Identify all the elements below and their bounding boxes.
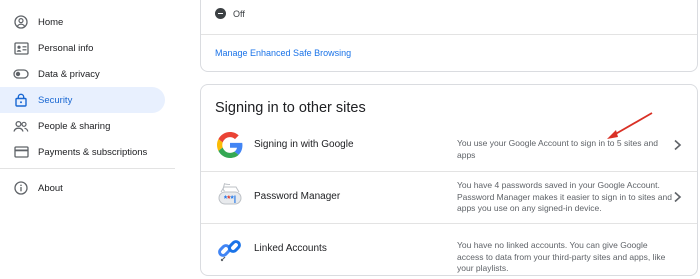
sidebar-divider (0, 168, 175, 169)
sidebar-nav: Home Personal info Data & privacy Securi… (0, 0, 175, 279)
password-manager-row[interactable]: ***| Password Manager You have 4 passwor… (201, 171, 697, 223)
off-status-icon (215, 8, 226, 19)
info-icon (13, 180, 29, 196)
section-title: Signing in to other sites (215, 100, 366, 116)
id-card-icon (13, 40, 29, 56)
row-description: You have no linked accounts. You can giv… (457, 240, 666, 273)
signin-with-google-row[interactable]: Signing in with Google You use your Goog… (201, 119, 697, 171)
sidebar-item-payments[interactable]: Payments & subscriptions (0, 139, 165, 165)
people-icon (13, 118, 29, 134)
sidebar-item-home[interactable]: Home (0, 9, 165, 35)
sidebar-item-people-sharing[interactable]: People & sharing (0, 113, 165, 139)
lock-icon (13, 92, 29, 108)
sidebar-item-label: About (38, 182, 63, 194)
row-description: You have 4 passwords saved in your Googl… (457, 180, 672, 213)
chevron-right-icon (674, 139, 682, 151)
linked-accounts-icon (215, 234, 245, 264)
divider (201, 34, 697, 35)
safe-browsing-card: Off Manage Enhanced Safe Browsing (200, 0, 698, 72)
sidebar-item-data-privacy[interactable]: Data & privacy (0, 61, 165, 87)
password-manager-icon: ***| (215, 182, 245, 212)
linked-accounts-row[interactable]: Linked Accounts You have no linked accou… (201, 223, 697, 275)
sidebar-item-label: Payments & subscriptions (38, 146, 148, 158)
sidebar-item-personal-info[interactable]: Personal info (0, 35, 165, 61)
sidebar-item-label: Personal info (38, 42, 94, 54)
person-circle-icon (13, 14, 29, 30)
signin-other-sites-card: Signing in to other sites Signing in wit… (200, 84, 698, 276)
svg-text:***|: ***| (224, 193, 236, 203)
status-text: Off (233, 8, 245, 19)
row-title: Password Manager (254, 191, 341, 202)
manage-safe-browsing-link[interactable]: Manage Enhanced Safe Browsing (215, 48, 351, 58)
row-description: You use your Google Account to sign in t… (457, 138, 658, 160)
toggle-icon (13, 66, 29, 82)
row-title: Linked Accounts (254, 243, 327, 254)
google-g-icon (215, 130, 245, 160)
chevron-right-icon (674, 191, 682, 203)
row-title: Signing in with Google (254, 139, 354, 150)
sidebar-item-label: Data & privacy (38, 68, 100, 80)
sidebar-item-security[interactable]: Security (0, 87, 165, 113)
credit-card-icon (13, 144, 29, 160)
sidebar-item-about[interactable]: About (0, 175, 165, 201)
sidebar-item-label: Security (38, 94, 73, 106)
safe-browsing-status: Off (215, 8, 245, 19)
sidebar-item-label: Home (38, 16, 64, 28)
sidebar-item-label: People & sharing (38, 120, 111, 132)
